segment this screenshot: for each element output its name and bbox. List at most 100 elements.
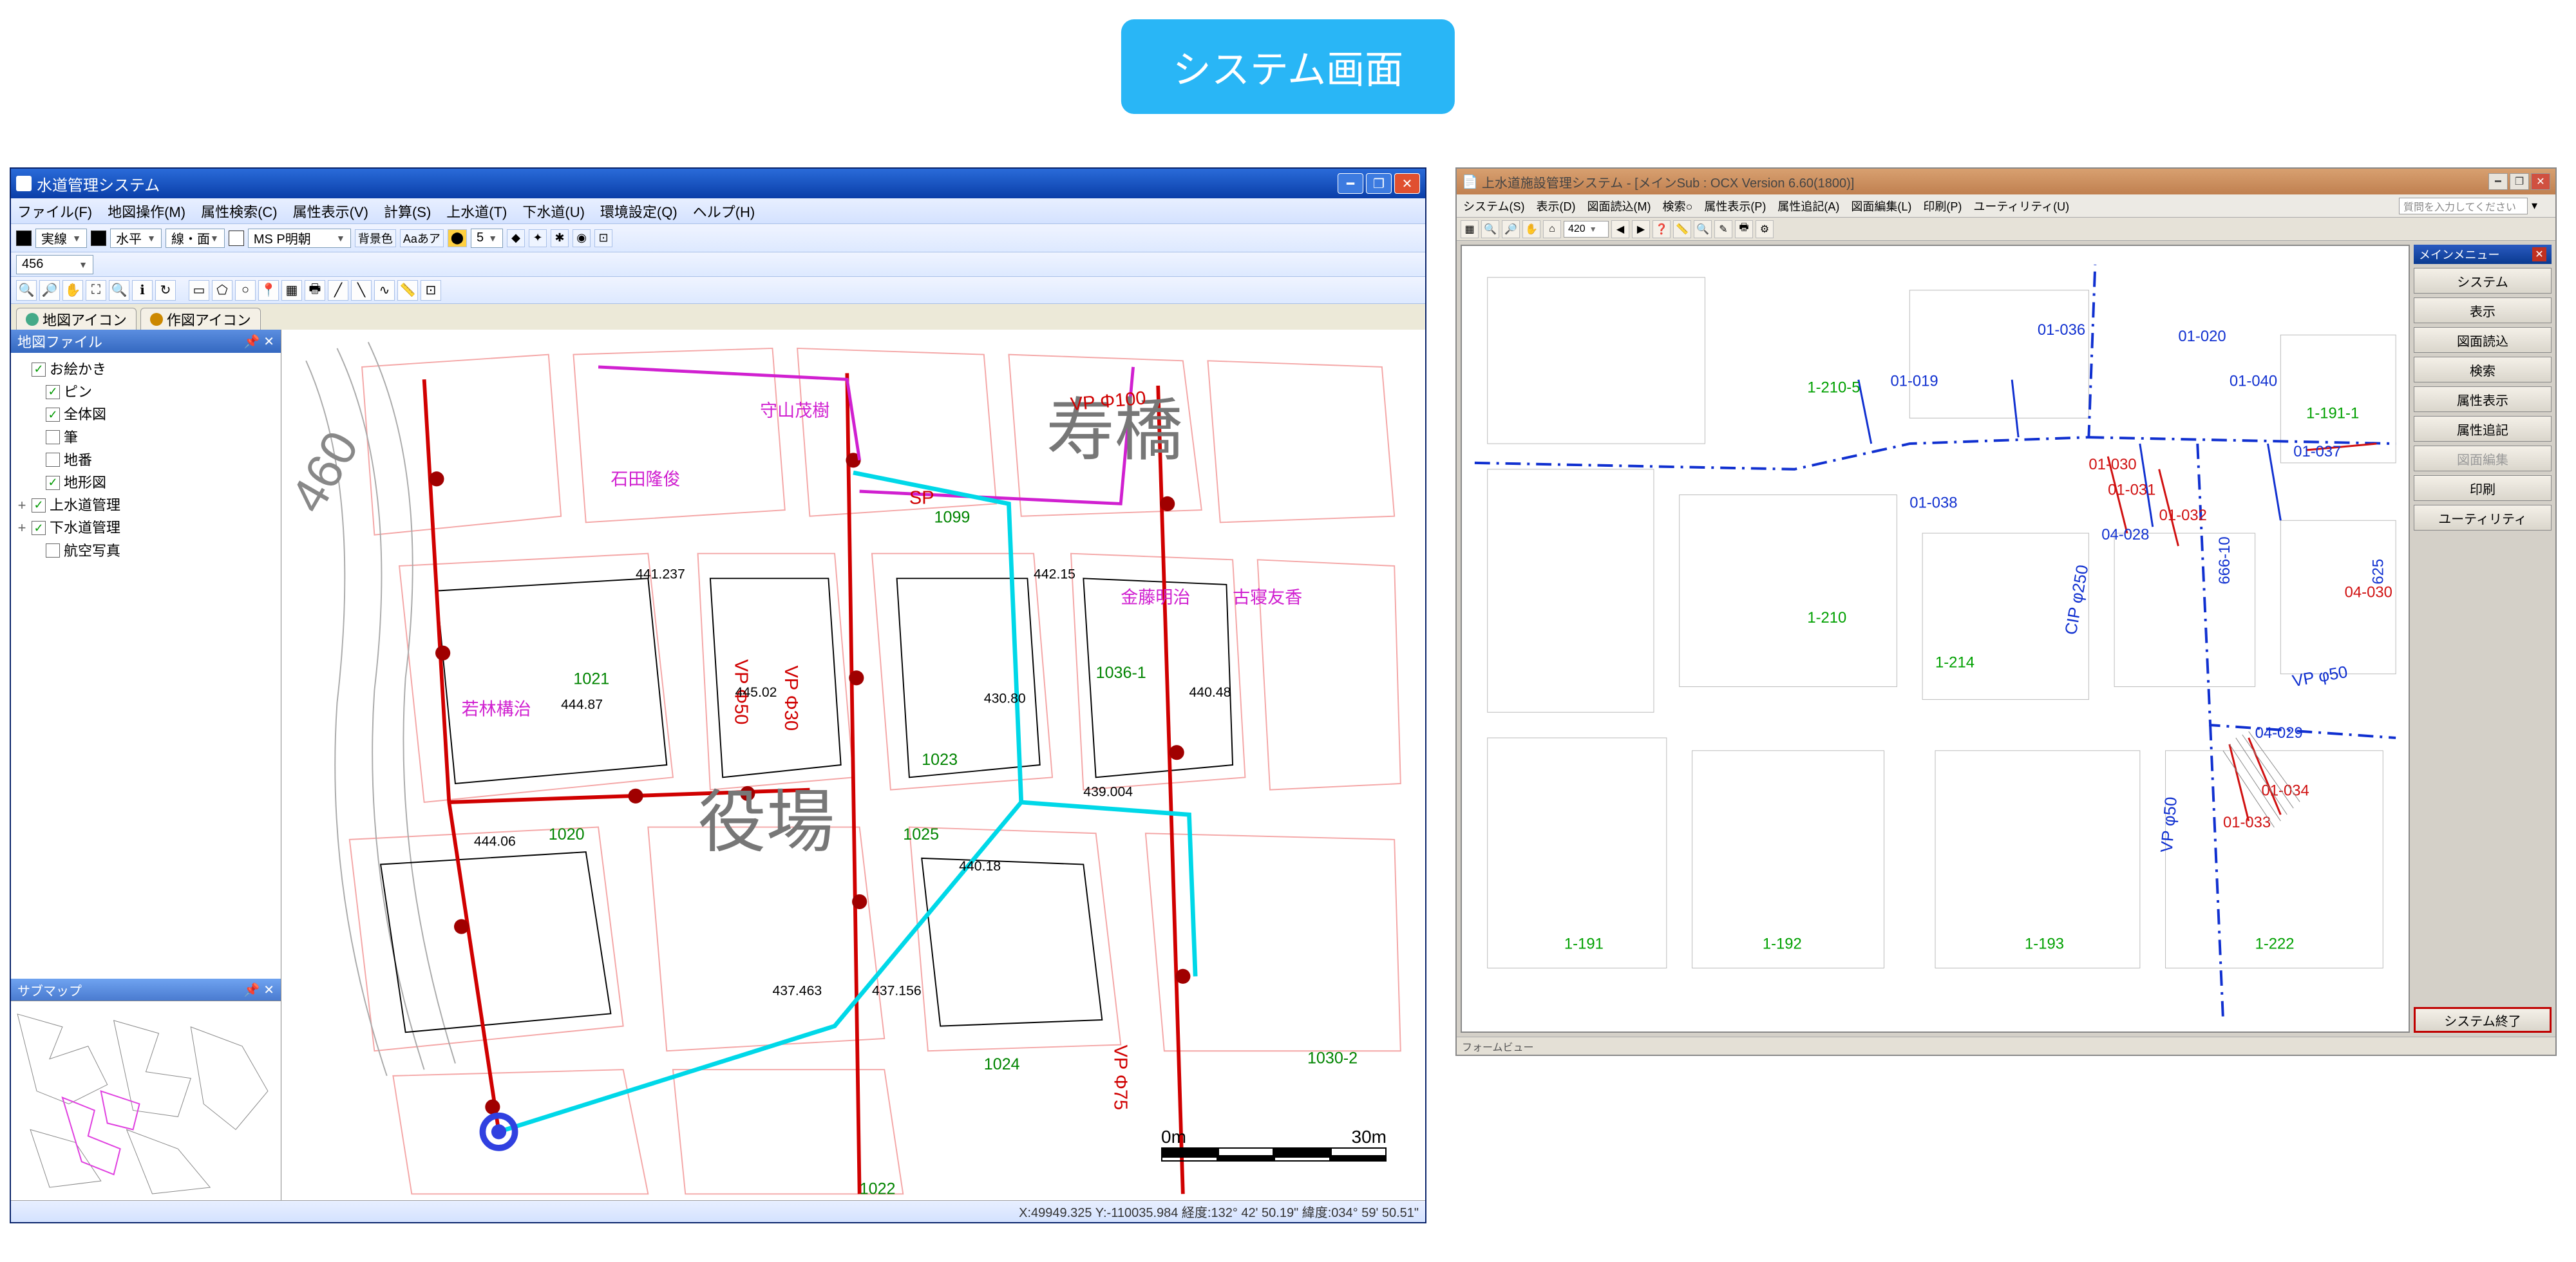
menu-utility[interactable]: ユーティリティ(U) xyxy=(1973,198,2069,214)
menu-button[interactable]: 表示 xyxy=(2414,297,2552,323)
color-swatch[interactable] xyxy=(16,231,32,246)
menu-water-supply[interactable]: 上水道(T) xyxy=(446,201,507,221)
measure-icon[interactable]: 📏 xyxy=(397,280,418,301)
measure-icon[interactable]: 📏 xyxy=(1673,220,1691,238)
tree-item[interactable]: ✓ピン xyxy=(30,381,276,403)
dropdown-icon[interactable]: ▾ xyxy=(2532,199,2537,212)
titlebar[interactable]: 📄 上水道施設管理システム - [メインSub : OCX Version 6.… xyxy=(1457,169,2555,194)
draw-icon[interactable]: ✎ xyxy=(1714,220,1732,238)
home-icon[interactable]: ⌂ xyxy=(1543,220,1561,238)
menu-calc[interactable]: 計算(S) xyxy=(384,201,431,221)
menu-button[interactable]: 属性追記 xyxy=(2414,416,2552,442)
menu-help[interactable]: ヘルプ(H) xyxy=(693,201,755,221)
info-icon[interactable]: ℹ xyxy=(132,280,153,301)
extent-icon[interactable]: ⛶ xyxy=(86,280,106,301)
polygon-icon[interactable]: ⬠ xyxy=(212,280,232,301)
refresh-icon[interactable]: ↻ xyxy=(155,280,176,301)
next-icon[interactable]: ▶ xyxy=(1632,220,1650,238)
tree-item[interactable]: ✓全体図 xyxy=(30,403,276,426)
pan-icon[interactable]: ✋ xyxy=(62,280,83,301)
print-icon[interactable]: 🖶 xyxy=(305,280,325,301)
checkbox[interactable] xyxy=(46,543,60,558)
system-exit-button[interactable]: システム終了 xyxy=(2414,1007,2552,1033)
menu-system[interactable]: システム(S) xyxy=(1463,198,1524,214)
search-icon[interactable]: 🔍 xyxy=(1694,220,1712,238)
draw-line-icon[interactable]: ╱ xyxy=(328,280,348,301)
tool-icon[interactable]: ⚙ xyxy=(1756,220,1774,238)
titlebar[interactable]: 水道管理システム ━ ❐ ✕ xyxy=(11,169,1425,198)
bgcolor-button[interactable]: 背景色 xyxy=(355,229,396,247)
zoom-out-icon[interactable]: 🔎 xyxy=(1502,220,1520,238)
checkbox[interactable] xyxy=(46,453,60,467)
checkbox[interactable]: ✓ xyxy=(46,476,60,490)
pan-icon[interactable]: ✋ xyxy=(1522,220,1540,238)
direction-select[interactable]: 水平 xyxy=(110,229,162,248)
map-canvas[interactable]: 1-210-5 1-210 1-214 1-191 1-192 1-193 1-… xyxy=(1461,245,2410,1033)
maximize-button[interactable]: ❐ xyxy=(1366,173,1392,194)
menu-button[interactable]: 印刷 xyxy=(2414,475,2552,501)
panel-head[interactable]: メインメニュー ✕ xyxy=(2414,245,2552,264)
menu-button[interactable]: 検索 xyxy=(2414,357,2552,382)
pin-icon[interactable]: 📌 ✕ xyxy=(244,982,274,998)
menu-file[interactable]: ファイル(F) xyxy=(17,201,92,221)
menu-button[interactable]: ユーティリティ xyxy=(2414,505,2552,531)
checkbox[interactable]: ✓ xyxy=(32,498,46,513)
pin-icon[interactable]: 📌 ✕ xyxy=(244,334,274,350)
tree-item[interactable]: +✓上水道管理 xyxy=(16,494,276,516)
tool-icon-4[interactable]: ◉ xyxy=(573,229,591,247)
menu-sewer[interactable]: 下水道(U) xyxy=(522,201,585,221)
tool-icon-2[interactable]: ✦ xyxy=(529,229,547,247)
warning-icon[interactable]: ⬤ xyxy=(448,229,467,247)
layers-icon[interactable]: ▦ xyxy=(1461,220,1479,238)
prev-icon[interactable]: ◀ xyxy=(1611,220,1629,238)
scale-combo[interactable]: 420 xyxy=(1564,221,1609,238)
map-canvas[interactable]: 460 xyxy=(281,330,1425,1200)
checkbox[interactable]: ✓ xyxy=(32,521,46,535)
maximize-button[interactable]: ❐ xyxy=(2510,173,2529,190)
tree-item[interactable]: 筆 xyxy=(30,426,276,449)
zoom-in-icon[interactable]: 🔍 xyxy=(16,280,37,301)
tab-draw-icons[interactable]: 作図アイコン xyxy=(140,308,261,330)
info-icon[interactable]: ❓ xyxy=(1653,220,1671,238)
number-select[interactable]: 5 xyxy=(471,229,503,248)
draw-line2-icon[interactable]: ╲ xyxy=(351,280,372,301)
tree-item[interactable]: +✓下水道管理 xyxy=(16,516,276,539)
tree-item[interactable]: 航空写真 xyxy=(30,540,276,562)
tool-icon-3[interactable]: ✱ xyxy=(551,229,569,247)
checkbox[interactable]: ✓ xyxy=(46,385,60,399)
checkbox[interactable] xyxy=(46,430,60,444)
menu-attr-display[interactable]: 属性表示(V) xyxy=(293,201,368,221)
menu-map-ops[interactable]: 地図操作(M) xyxy=(108,201,185,221)
line-style-select[interactable]: 実線 xyxy=(35,229,87,248)
menu-display[interactable]: 表示(D) xyxy=(1536,198,1575,214)
tree-item[interactable]: ✓地形図 xyxy=(30,471,276,494)
help-search-input[interactable]: 質問を入力してください xyxy=(2399,198,2528,214)
close-button[interactable]: ✕ xyxy=(1394,173,1420,194)
text-sample-button[interactable]: Aaあア xyxy=(400,229,444,247)
menu-edit-drawing[interactable]: 図面編集(L) xyxy=(1851,198,1911,214)
menu-button[interactable]: 図面読込 xyxy=(2414,327,2552,353)
menu-button[interactable]: 属性表示 xyxy=(2414,386,2552,412)
print-icon[interactable]: 🖶 xyxy=(1735,220,1753,238)
menu-search[interactable]: 検索○ xyxy=(1662,198,1692,214)
close-icon[interactable]: ✕ xyxy=(2532,247,2546,261)
checkbox[interactable]: ✓ xyxy=(32,363,46,377)
tool-icon-5[interactable]: ⊡ xyxy=(594,229,612,247)
draw-curve-icon[interactable]: ∿ xyxy=(374,280,395,301)
color-swatch-2[interactable] xyxy=(91,231,106,246)
menu-print[interactable]: 印刷(P) xyxy=(1923,198,1962,214)
tool-icon-1[interactable]: ◆ xyxy=(507,229,525,247)
layer-select[interactable]: 456 xyxy=(16,255,93,274)
submap[interactable] xyxy=(11,1001,281,1200)
font-select[interactable]: MS P明朝 xyxy=(248,229,351,248)
minimize-button[interactable]: ━ xyxy=(1338,173,1363,194)
zoom-fit-icon[interactable]: ⊡ xyxy=(421,280,441,301)
close-button[interactable]: ✕ xyxy=(2531,173,2550,190)
fill-mode-select[interactable]: 線・面 xyxy=(166,229,225,248)
checkbox[interactable]: ✓ xyxy=(46,408,60,422)
tab-map-icons[interactable]: 地図アイコン xyxy=(16,308,137,330)
circle-icon[interactable]: ○ xyxy=(235,280,256,301)
menu-attr-search[interactable]: 属性検索(C) xyxy=(201,201,278,221)
marker-icon[interactable]: 📍 xyxy=(258,280,279,301)
select-icon[interactable]: ▭ xyxy=(189,280,209,301)
